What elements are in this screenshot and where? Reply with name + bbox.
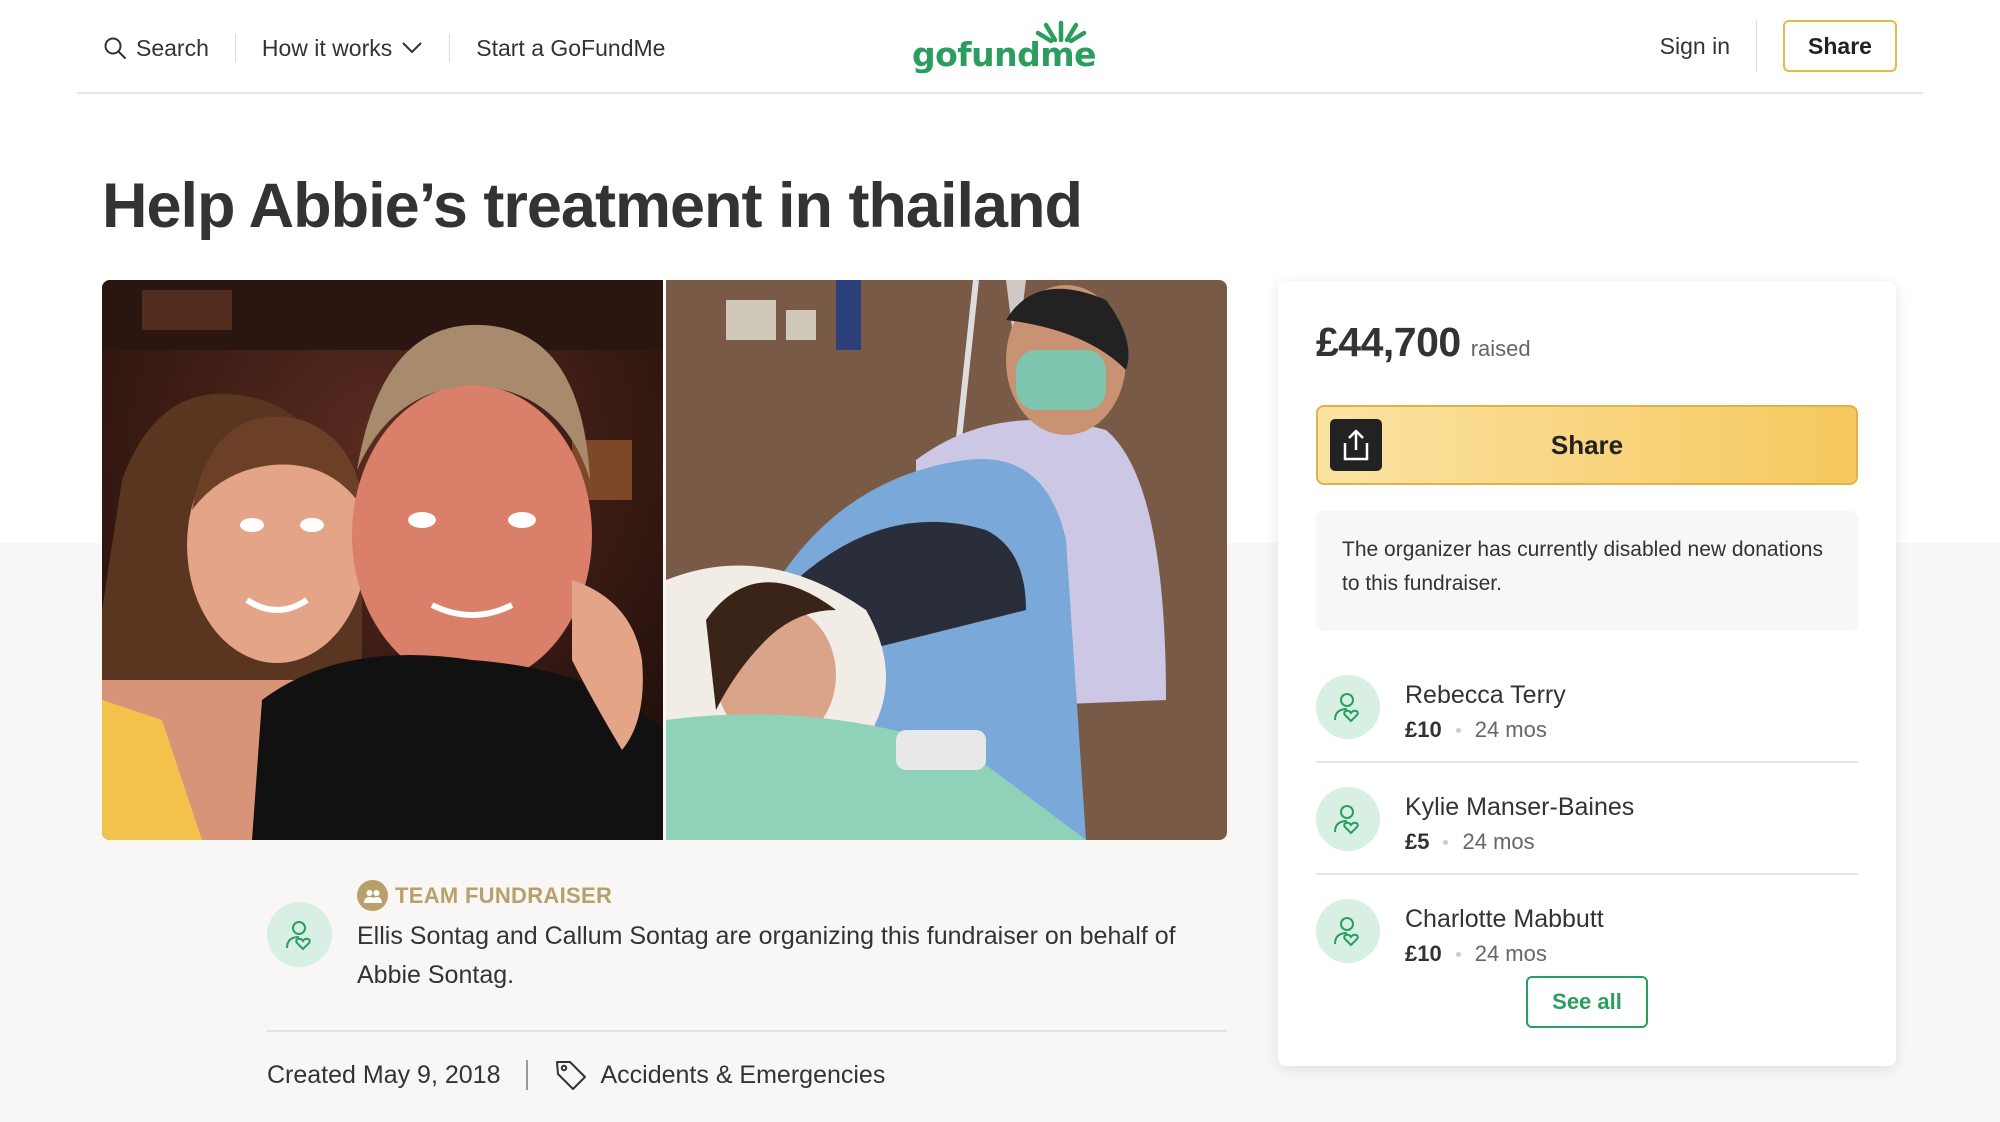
- user-heart-icon: [285, 920, 311, 950]
- team-fundraiser-badge: TEAM FUNDRAISER: [357, 880, 612, 911]
- start-gofundme-link[interactable]: Start a GoFundMe: [476, 35, 665, 62]
- upload-icon: [1330, 419, 1382, 471]
- couple-photo-image: [102, 280, 663, 840]
- donation-card: £44,700 raised Share The organizer has c…: [1278, 281, 1896, 1066]
- donation-amount: £5: [1405, 829, 1430, 854]
- category-link[interactable]: Accidents & Emergencies: [600, 1061, 885, 1090]
- campaign-photo[interactable]: [102, 280, 1227, 840]
- page-title: Help Abbie’s treatment in thailand: [102, 171, 1083, 241]
- donor-name: Charlotte Mabbutt: [1405, 905, 1604, 933]
- donation-time: 24 mos: [1474, 941, 1547, 966]
- how-it-works-label: How it works: [261, 34, 393, 61]
- nav-divider: [449, 34, 451, 62]
- donor-name: Rebecca Terry: [1405, 681, 1566, 709]
- donation-time: 24 mos: [1474, 717, 1547, 742]
- search-link[interactable]: Search: [103, 35, 209, 62]
- see-all-button[interactable]: See all: [1526, 976, 1648, 1028]
- user-heart-icon: [1334, 805, 1359, 835]
- share-button-label: Share: [1550, 429, 1624, 460]
- how-it-works-menu[interactable]: How it works: [262, 35, 423, 62]
- donor-avatar: [1316, 899, 1380, 963]
- site-header: Search How it works Start a GoFundMe gof…: [77, 0, 1923, 94]
- donation-details: £10 24 mos: [1405, 717, 1547, 743]
- header-share-button[interactable]: Share: [1783, 20, 1897, 72]
- header-share-wrap: Share: [1756, 20, 1897, 72]
- donations-disabled-notice: The organizer has currently disabled new…: [1316, 511, 1858, 631]
- donor-avatar: [1316, 675, 1380, 739]
- donor-avatar: [1316, 787, 1380, 851]
- donation-time: 24 mos: [1462, 829, 1535, 854]
- hospital-photo: [666, 280, 1227, 840]
- user-heart-icon: [1334, 693, 1359, 723]
- organizer-avatar[interactable]: [267, 902, 332, 967]
- nav-left: Search How it works Start a GoFundMe: [103, 28, 665, 68]
- organizer-description: Ellis Sontag and Callum Sontag are organ…: [357, 922, 1176, 989]
- donor-name: Kylie Manser-Baines: [1405, 793, 1635, 821]
- separator-dot: [1455, 951, 1461, 957]
- user-heart-icon: [1334, 917, 1359, 947]
- start-gofundme-label: Start a GoFundMe: [476, 34, 666, 61]
- divider: [267, 1030, 1227, 1032]
- team-fundraiser-label: TEAM FUNDRAISER: [395, 882, 613, 908]
- donation-item: Charlotte Mabbutt £10 24 mos: [1316, 875, 1858, 987]
- nav-right: Sign in Share: [1660, 20, 1897, 72]
- raised-amount: £44,700: [1316, 319, 1461, 365]
- hospital-photo-image: [666, 280, 1227, 840]
- donation-amount: £10: [1405, 717, 1442, 742]
- raised-label: raised: [1470, 336, 1531, 361]
- nav-divider: [234, 34, 236, 62]
- donation-amount: £10: [1405, 941, 1442, 966]
- donation-list: Rebecca Terry £10 24 mos Kylie Manser-Ba…: [1316, 651, 1858, 987]
- share-button[interactable]: Share: [1316, 405, 1858, 485]
- tag-icon: [556, 1061, 587, 1090]
- logo-text: gofundme: [912, 35, 1097, 74]
- raised-summary: £44,700 raised: [1316, 319, 1531, 366]
- created-date: Created May 9, 2018: [267, 1060, 501, 1089]
- gofundme-logo[interactable]: gofundme: [912, 18, 1097, 74]
- donation-item: Rebecca Terry £10 24 mos: [1316, 651, 1858, 763]
- campaign-meta: Created May 9, 2018 Accidents & Emergenc…: [267, 1058, 885, 1092]
- search-label: Search: [136, 34, 209, 61]
- donation-details: £10 24 mos: [1405, 941, 1547, 967]
- sign-in-link[interactable]: Sign in: [1660, 33, 1730, 60]
- donation-item: Kylie Manser-Baines £5 24 mos: [1316, 763, 1858, 875]
- team-icon: [357, 880, 388, 911]
- donation-details: £5 24 mos: [1405, 829, 1535, 855]
- couple-photo: [102, 280, 663, 840]
- separator-dot: [1443, 839, 1449, 845]
- search-icon: [104, 37, 126, 59]
- meta-divider: [526, 1060, 529, 1090]
- separator-dot: [1455, 727, 1461, 733]
- chevron-down-icon: [402, 42, 422, 54]
